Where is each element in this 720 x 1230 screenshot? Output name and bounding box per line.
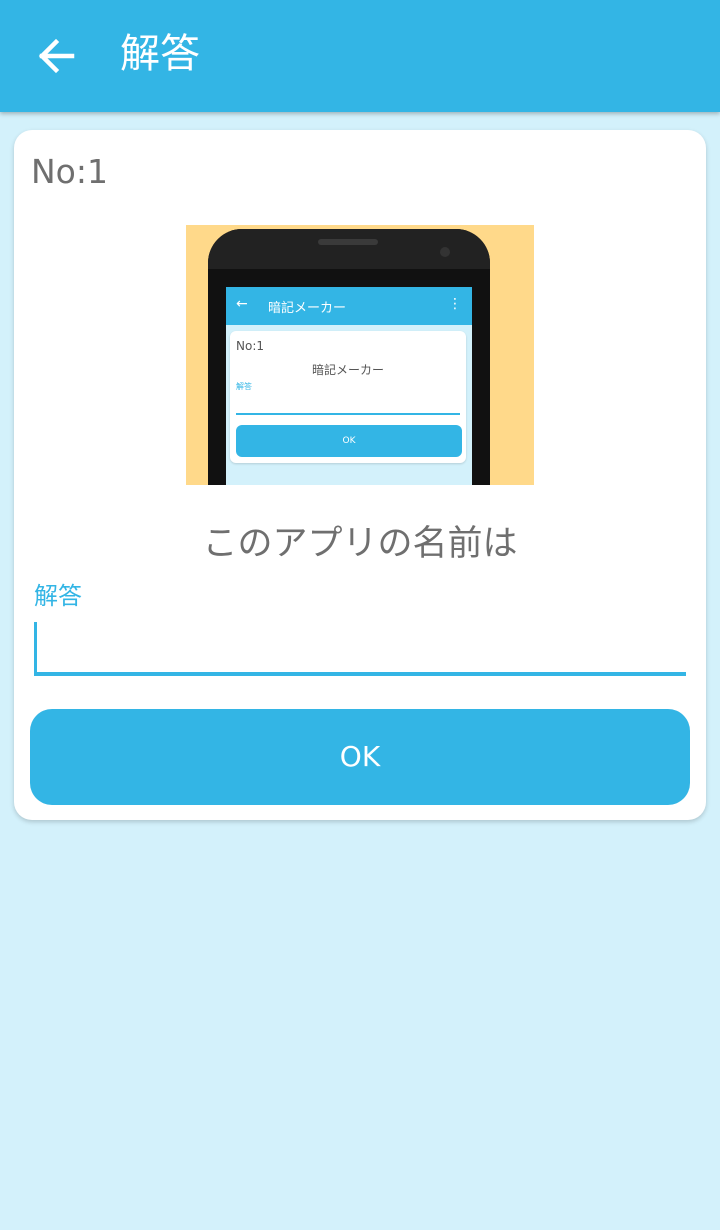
back-button[interactable]	[30, 30, 82, 82]
phone-speaker	[318, 239, 378, 245]
arrow-left-icon	[38, 38, 75, 74]
text-cursor	[34, 622, 37, 672]
mini-arrow-left-icon: ←	[236, 296, 248, 312]
mini-card: No:1 暗記メーカー 解答 OK	[230, 331, 466, 463]
question-card: No:1 ← 暗記メーカー ⋮ No:1 暗記メーカー 解答 OK このアプリの…	[14, 130, 706, 820]
mini-answer-label: 解答	[236, 382, 252, 391]
answer-label: 解答	[34, 582, 82, 610]
mini-more-icon: ⋮	[448, 296, 462, 312]
app-bar: 解答	[0, 0, 720, 112]
phone-screen: ← 暗記メーカー ⋮ No:1 暗記メーカー 解答 OK	[226, 287, 472, 485]
ok-button[interactable]: OK	[30, 709, 690, 805]
phone-top	[208, 229, 490, 269]
mini-app-bar: ← 暗記メーカー ⋮	[226, 287, 472, 325]
mini-answer-underline	[236, 413, 460, 415]
mini-ok-button: OK	[236, 425, 462, 457]
mini-app-title: 暗記メーカー	[268, 301, 347, 316]
mini-question-text: 暗記メーカー	[311, 363, 384, 377]
question-text: このアプリの名前は	[202, 524, 518, 564]
phone-illustration: ← 暗記メーカー ⋮ No:1 暗記メーカー 解答 OK	[208, 229, 490, 485]
question-number: No:1	[31, 152, 108, 191]
mini-question-number: No:1	[236, 339, 264, 353]
question-image: ← 暗記メーカー ⋮ No:1 暗記メーカー 解答 OK	[186, 225, 534, 485]
page-title: 解答	[120, 31, 200, 77]
answer-input[interactable]	[34, 620, 686, 676]
phone-camera	[440, 247, 450, 257]
